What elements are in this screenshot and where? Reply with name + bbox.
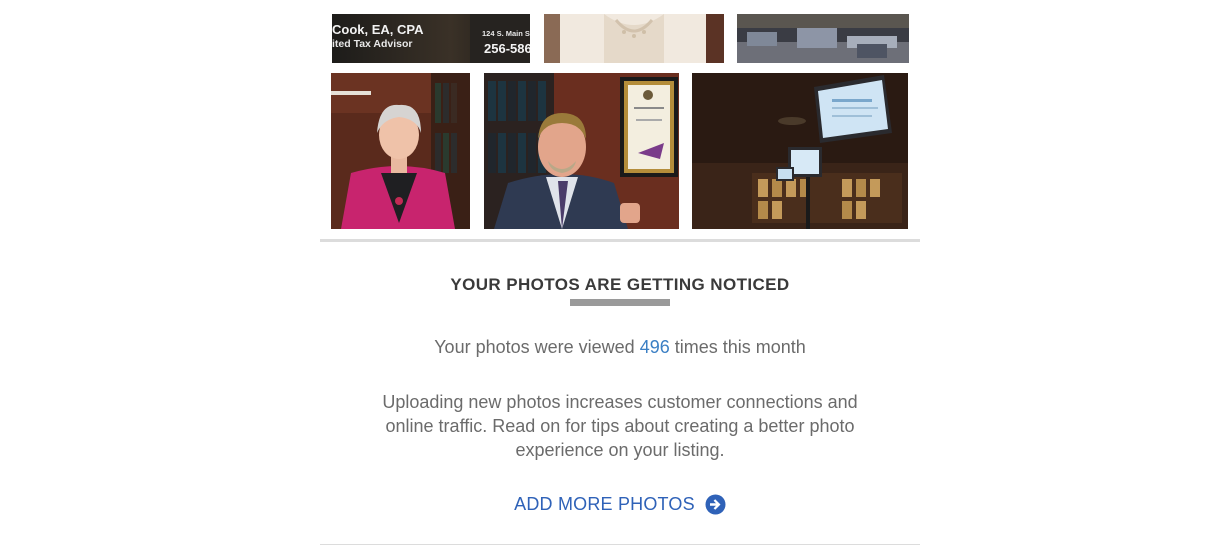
body-paragraph: Uploading new photos increases customer … [382,392,858,460]
man-with-certificate-photo[interactable] [484,73,679,229]
dress-detail-photo[interactable] [544,14,724,63]
sign-phone: 256-586 [484,41,530,56]
arrow-right-circle-icon [705,494,726,514]
add-more-photos-link[interactable]: ADD MORE PHOTOS [320,492,920,516]
section-divider-bottom [320,544,920,545]
views-count: 496 [639,337,670,357]
sign-line-2: ited Tax Advisor [332,38,413,50]
views-prefix: Your photos were viewed [434,337,635,357]
office-desk-photo[interactable] [737,14,909,63]
section-heading: YOUR PHOTOS ARE GETTING NOTICED [450,275,790,294]
woman-in-library-photo[interactable] [331,73,470,229]
views-summary: Your photos were viewed 496 times this m… [320,337,920,358]
sign-line-1: Cook, EA, CPA [332,22,424,37]
office-monitors-photo[interactable] [692,73,908,229]
views-suffix: times this month [674,337,806,357]
section-divider-top [320,239,920,242]
heading-underline [570,299,670,306]
tax-advisor-sign-photo[interactable]: Cook, EA, CPA ited Tax Advisor 124 S. Ma… [332,14,530,63]
add-more-photos-label: ADD MORE PHOTOS [514,493,695,514]
sign-address: 124 S. Main St [482,29,530,38]
